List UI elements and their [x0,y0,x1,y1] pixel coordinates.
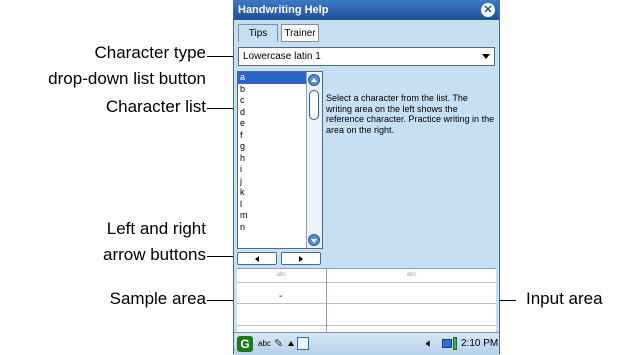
list-item[interactable]: f [238,130,309,142]
callout-character-type: Character type drop-down list button [0,40,206,92]
list-item[interactable]: h [238,153,309,165]
input-mid-guideline [327,303,496,304]
input-area[interactable]: abc [327,269,496,332]
close-icon[interactable]: ✕ [481,3,495,17]
input-bottom-guideline [327,325,496,326]
list-item[interactable]: c [238,95,309,107]
callout-sample-area: Sample area [109,289,206,308]
list-item[interactable]: d [238,107,309,119]
callout-arrows-line1: Left and right [106,219,206,238]
chevron-down-icon[interactable] [482,54,490,59]
arrow-right-icon [299,256,303,262]
list-item[interactable]: j [238,176,309,188]
right-arrow-button[interactable] [281,252,321,265]
speaker-icon[interactable]: 🔈︎ [426,336,433,351]
list-item[interactable]: m [238,210,309,222]
character-list-items: a b c d e f g h i j k l m n [238,72,309,233]
scroll-thumb[interactable] [309,90,319,120]
list-item[interactable]: g [238,141,309,153]
sample-area: abc - [237,269,327,332]
writing-area: abc - abc [237,268,496,332]
sample-bottom-guideline [237,325,326,326]
note-icon[interactable] [297,337,309,350]
callout-line-arrows [207,256,234,257]
list-item[interactable]: n [238,222,309,234]
up-arrow-icon[interactable] [288,341,294,346]
list-item[interactable]: e [238,118,309,130]
sample-top-guideline [237,282,326,283]
tab-trainer[interactable]: Trainer [281,24,319,42]
scroll-up-icon[interactable] [308,74,320,86]
input-top-guideline [327,282,496,283]
taskbar: G abc ✎ 🔈︎ 2:10 PM [234,332,499,355]
callout-arrow-buttons: Left and right arrow buttons [0,216,206,268]
sample-area-header: abc [276,272,287,278]
arrow-left-icon [255,256,259,262]
start-g-icon[interactable]: G [237,336,253,352]
instructions-text: Select a character from the list. The wr… [326,93,495,135]
callout-line-sample [207,300,234,301]
sample-mid-guideline [237,303,326,304]
abc-input-icon[interactable]: abc [258,339,271,348]
callout-line-type [207,56,234,57]
list-scrollbar[interactable] [306,72,322,248]
input-area-header: abc [406,272,417,278]
window-title: Handwriting Help [238,4,329,16]
tab-bar: Tips Trainer [234,20,499,42]
clock[interactable]: 2:10 PM [461,338,498,349]
battery-icon[interactable] [453,337,457,350]
callout-arrows-line2: arrow buttons [103,245,206,264]
list-item[interactable]: b [238,84,309,96]
pen-icon[interactable]: ✎ [274,337,283,350]
character-type-dropdown[interactable]: Lowercase latin 1 [238,47,495,66]
character-type-value: Lowercase latin 1 [243,51,321,62]
callout-input-area: Input area [526,289,603,308]
sample-character: - [279,291,283,302]
arrow-buttons [237,252,323,266]
list-item[interactable]: a [238,72,309,84]
callout-type-line1: Character type [94,43,207,62]
character-list: a b c d e f g h i j k l m n [237,71,323,249]
left-arrow-button[interactable] [237,252,277,265]
callout-character-list: Character list [105,97,206,116]
title-bar: Handwriting Help ✕ [234,0,499,20]
scroll-down-icon[interactable] [308,234,320,246]
handwriting-help-window: Handwriting Help ✕ Tips Trainer Lowercas… [233,0,500,355]
list-item[interactable]: i [238,164,309,176]
network-icon[interactable] [442,339,452,348]
callout-line-list [207,108,234,109]
callout-type-line2: drop-down list button [48,69,206,88]
tab-tips[interactable]: Tips [238,24,278,42]
list-item[interactable]: k [238,187,309,199]
list-item[interactable]: l [238,199,309,211]
